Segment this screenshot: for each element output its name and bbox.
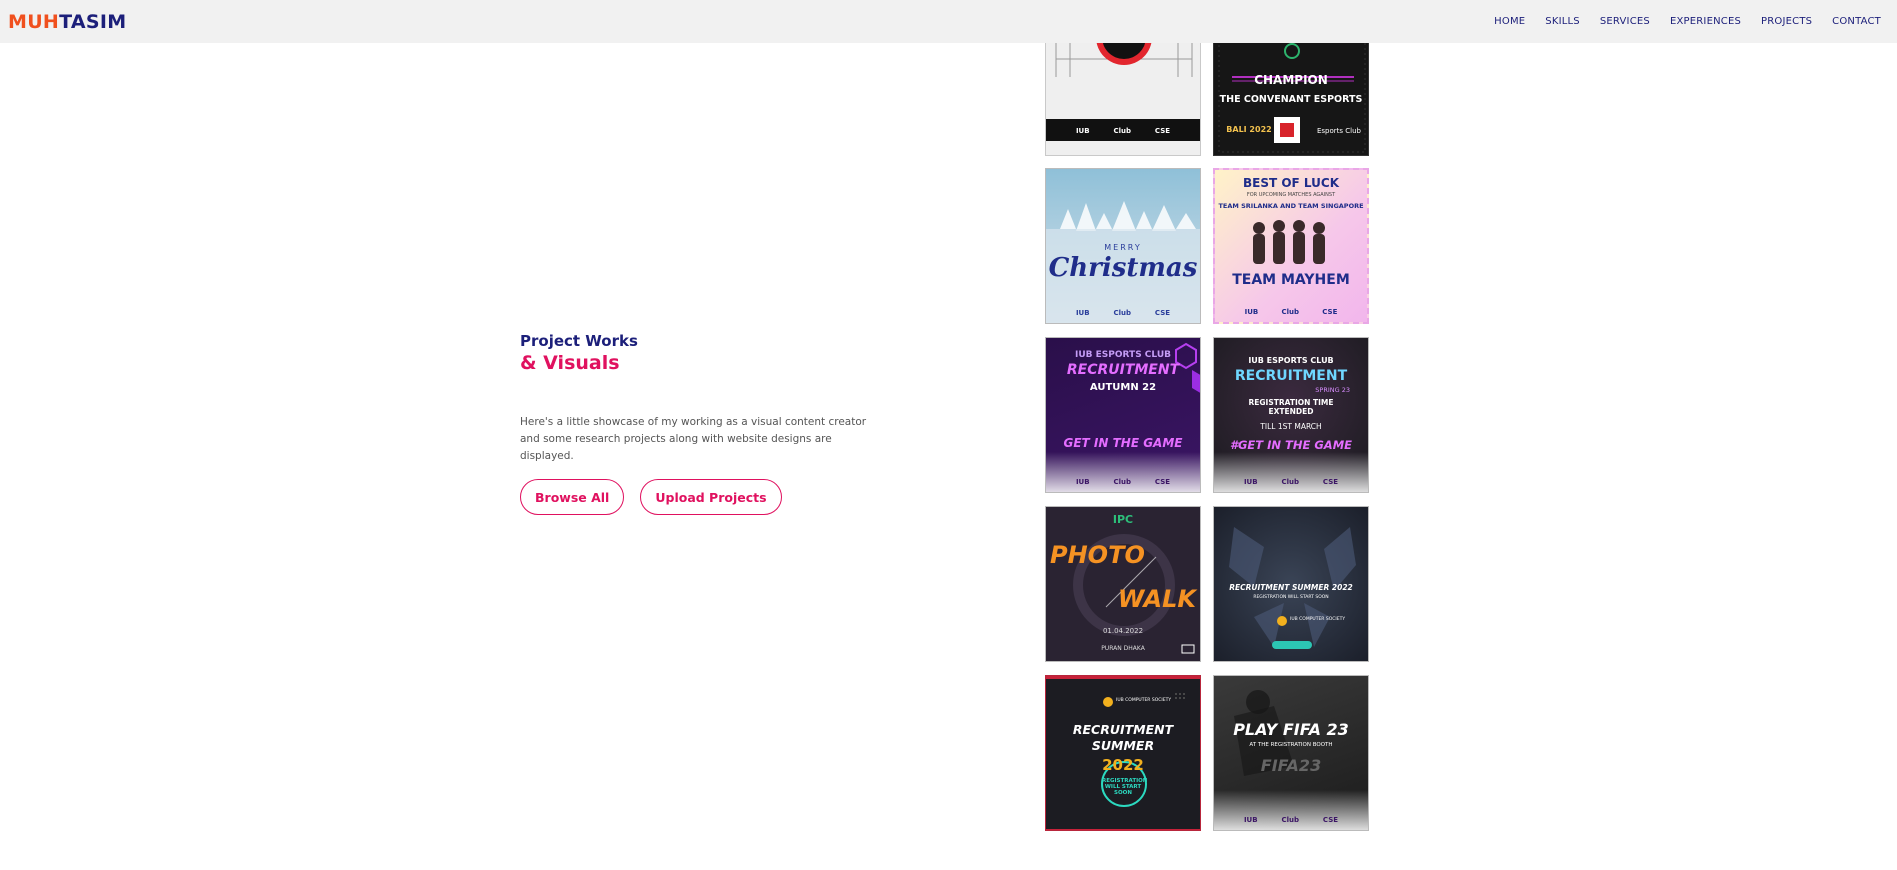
upload-projects-button[interactable]: Upload Projects — [640, 479, 782, 515]
section-headline: & Visuals — [520, 352, 620, 374]
action-buttons: Browse All Upload Projects — [520, 479, 880, 515]
tile-7-date: 01.04.2022 — [1102, 627, 1144, 635]
gallery-item-7[interactable]: IPC PHOTO WALK 01.04.2022 PURAN DHAKA — [1045, 506, 1201, 662]
tile-5-logo-cse: CSE — [1154, 478, 1171, 486]
tile-5-season: AUTUMN 22 — [1089, 382, 1157, 393]
gallery-item-9[interactable]: IUB COMPUTER SOCIETY RECRUITMENT SUMMER … — [1045, 675, 1201, 831]
tile-7-place: PURAN DHAKA — [1101, 645, 1145, 652]
tile-2-title: CHAMPION — [1254, 73, 1328, 87]
tile-4-logo-cse: CSE — [1322, 308, 1338, 316]
nav-link-skills[interactable]: SKILLS — [1545, 16, 1580, 27]
tile-4-logos: IUB Club CSE — [1215, 308, 1367, 316]
tile-9-title-2: SUMMER — [1091, 738, 1155, 753]
tile-6-season: SPRING 23 — [1315, 386, 1350, 394]
tile-2-club: Esports Club — [1316, 127, 1361, 135]
nav-link-home[interactable]: HOME — [1494, 16, 1525, 27]
gallery-item-5[interactable]: IUB ESPORTS CLUB RECRUITMENT AUTUMN 22 G… — [1045, 337, 1201, 493]
tile-10-logos: IUB Club CSE — [1214, 816, 1368, 824]
gallery-item-10[interactable]: PLAY FIFA 23 AT THE REGISTRATION BOOTH F… — [1213, 675, 1369, 831]
tile-10-logo-club: Club — [1281, 816, 1300, 824]
tile-8-org: IUB COMPUTER SOCIETY — [1290, 617, 1346, 622]
tile-6-line1: REGISTRATION TIME EXTENDED — [1248, 398, 1334, 416]
tile-9-title-1: RECRUITMENT — [1072, 722, 1174, 737]
tile-4-logo-iub: IUB — [1244, 308, 1259, 316]
gallery-item-4[interactable]: BEST OF LUCK FOR UPCOMING MATCHES AGAINS… — [1213, 168, 1369, 324]
tile-1-logos: IUB Club CSE — [1046, 127, 1200, 135]
tile-10-game: FIFA23 — [1260, 756, 1322, 775]
tile-8-sub: REGISTRATION WILL START SOON — [1253, 595, 1329, 600]
tile-3-logo-iub: IUB — [1075, 309, 1090, 317]
tile-4-team-photo — [1253, 220, 1325, 264]
tile-5-fade — [1046, 452, 1200, 492]
tile-6-fade — [1214, 452, 1368, 492]
tile-10-fade — [1214, 790, 1368, 830]
brand-part-1: MUH — [8, 10, 60, 33]
nav-link-services[interactable]: SERVICES — [1600, 16, 1650, 27]
tile-6-logo-iub: IUB — [1243, 478, 1258, 486]
tile-5-logo-club: Club — [1113, 478, 1132, 486]
tile-4-team-name: TEAM MAYHEM — [1232, 272, 1350, 288]
gallery-item-3[interactable]: MERRY Christmas IUB Club CSE — [1045, 168, 1201, 324]
tile-10-logo-cse: CSE — [1322, 816, 1339, 824]
tile-10-sub: AT THE REGISTRATION BOOTH — [1249, 742, 1333, 748]
tile-6-club: IUB ESPORTS CLUB — [1248, 356, 1334, 365]
tile-7-title-1: PHOTO — [1050, 541, 1145, 569]
tile-3-logo-cse: CSE — [1154, 309, 1171, 317]
tile-4-logo-club: Club — [1281, 308, 1300, 316]
tile-1-logo-iub: IUB — [1075, 127, 1090, 135]
browse-all-button[interactable]: Browse All — [520, 479, 625, 515]
tile-6-logo-club: Club — [1281, 478, 1300, 486]
tile-2-subtitle: THE CONVENANT ESPORTS — [1219, 94, 1363, 105]
tile-1-logo-cse: CSE — [1154, 127, 1171, 135]
tile-8-title: RECRUITMENT SUMMER 2022 — [1229, 583, 1353, 592]
tile-3-script-title: Christmas — [1048, 253, 1198, 283]
tile-9-org: IUB COMPUTER SOCIETY — [1116, 698, 1172, 703]
tile-9-year: 2022 — [1102, 756, 1144, 774]
tile-5-logos: IUB Club CSE — [1046, 478, 1200, 486]
nav-link-contact[interactable]: CONTACT — [1832, 16, 1881, 27]
tile-6-cta: #GET IN THE GAME — [1229, 438, 1353, 452]
tile-5-title: RECRUITMENT — [1066, 362, 1180, 378]
gallery-item-8[interactable]: RECRUITMENT SUMMER 2022 REGISTRATION WIL… — [1213, 506, 1369, 662]
top-navbar: MUHTASIM HOME SKILLS SERVICES EXPERIENCE… — [0, 0, 1897, 43]
tile-7-title-2: WALK — [1117, 585, 1196, 613]
section-kicker: Project Works — [520, 332, 638, 350]
tile-1-logo-club: Club — [1113, 127, 1132, 135]
tile-2-badge: BALI 2022 — [1226, 125, 1272, 134]
tile-5-club: IUB ESPORTS CLUB — [1075, 350, 1171, 360]
gallery-item-6[interactable]: IUB ESPORTS CLUB RECRUITMENT SPRING 23 R… — [1213, 337, 1369, 493]
tile-5-cta: GET IN THE GAME — [1063, 436, 1183, 450]
tile-10-logo-iub: IUB — [1243, 816, 1258, 824]
tile-6-title: RECRUITMENT — [1234, 368, 1348, 384]
tile-10-title: PLAY FIFA 23 — [1233, 720, 1349, 739]
tile-3-logos: IUB Club CSE — [1046, 309, 1200, 317]
tile-3-logo-club: Club — [1113, 309, 1132, 317]
nav-link-experiences[interactable]: EXPERIENCES — [1670, 16, 1741, 27]
tile-7-org: IPC — [1112, 513, 1134, 526]
tile-5-logo-iub: IUB — [1075, 478, 1090, 486]
brand-part-2: TASIM — [59, 10, 127, 33]
projects-intro: Project Works & Visuals Here's a little … — [520, 332, 880, 515]
tile-9-sub: REGISTRATION WILL START SOON — [1102, 778, 1148, 796]
tile-6-logo-cse: CSE — [1322, 478, 1339, 486]
tile-3-small-title: MERRY — [1104, 243, 1142, 252]
section-description: Here's a little showcase of my working a… — [520, 416, 867, 462]
tile-6-logos: IUB Club CSE — [1214, 478, 1368, 486]
brand-logo[interactable]: MUHTASIM — [8, 11, 127, 33]
tile-6-line2: TILL 1ST MARCH — [1260, 422, 1322, 431]
nav-link-projects[interactable]: PROJECTS — [1761, 16, 1812, 27]
nav-menu: HOME SKILLS SERVICES EXPERIENCES PROJECT… — [1494, 16, 1881, 27]
